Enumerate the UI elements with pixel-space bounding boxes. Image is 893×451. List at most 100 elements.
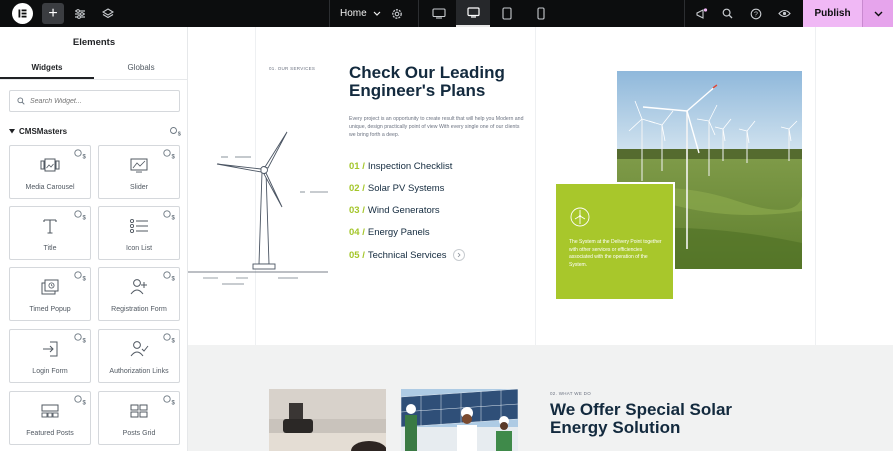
cmsmasters-pro-icon: $ — [163, 333, 176, 343]
widget-label: Posts Grid — [122, 430, 156, 437]
slider-icon — [129, 156, 149, 174]
list-item-number: 02 / — [349, 183, 365, 194]
cmsmasters-pro-icon: $ — [163, 149, 176, 159]
title-icon — [40, 217, 60, 235]
search-input[interactable] — [30, 97, 170, 105]
wind-energy-icon — [570, 207, 590, 227]
widget-label: Title — [43, 245, 57, 252]
svg-text:$: $ — [83, 155, 87, 159]
svg-text:$: $ — [83, 277, 87, 281]
column-guide-line — [535, 27, 536, 345]
list-item[interactable]: 03 /Wind Generators — [349, 205, 440, 216]
svg-text:?: ? — [754, 11, 758, 18]
column-guide-line — [815, 27, 816, 345]
widget-timed-popup[interactable]: $ Timed Popup — [9, 267, 91, 321]
tablet-device-icon[interactable] — [490, 0, 524, 27]
list-item[interactable]: 02 /Solar PV Systems — [349, 183, 444, 194]
desktop-wide-device-icon[interactable] — [422, 0, 456, 27]
desktop-device-icon[interactable] — [456, 0, 490, 27]
svg-text:$: $ — [178, 131, 181, 135]
solutions-heading: We Offer Special Solar Energy Solution — [550, 400, 733, 437]
wind-turbine-illustration — [188, 131, 328, 285]
widget-label: Slider — [130, 184, 148, 191]
structure-layers-icon[interactable] — [97, 3, 119, 24]
info-card-text: The System at the Delivery Point togethe… — [569, 239, 662, 268]
page-settings-gear-icon[interactable] — [386, 3, 408, 24]
timed-popup-icon — [40, 278, 60, 296]
page-selector-label: Home — [340, 8, 367, 19]
list-item[interactable]: 05 /Technical Services — [349, 249, 465, 261]
solar-panel-workers-photo — [401, 389, 518, 451]
svg-text:$: $ — [172, 401, 176, 405]
elementor-logo-icon[interactable] — [12, 3, 33, 24]
cmsmasters-pro-icon: $ — [74, 395, 87, 405]
widget-icon-list[interactable]: $ Icon List — [98, 206, 180, 260]
editor-top-bar: + Home ? Publish — [0, 0, 893, 27]
authorization-links-icon — [129, 340, 149, 358]
caret-down-icon — [9, 128, 15, 133]
cmsmasters-pro-icon: $ — [163, 271, 176, 281]
tab-globals[interactable]: Globals — [94, 58, 188, 79]
page-canvas: 01. OUR SERVICES Check Our Leading Engin… — [188, 27, 893, 451]
publish-button[interactable]: Publish — [803, 0, 862, 27]
widget-search-box[interactable] — [9, 90, 180, 112]
cmsmasters-pro-icon: $ — [163, 210, 176, 220]
widget-registration-form[interactable]: $ Registration Form — [98, 267, 180, 321]
widget-label: Media Carousel — [25, 184, 75, 191]
search-icon[interactable] — [716, 3, 738, 24]
list-item[interactable]: 04 /Energy Panels — [349, 227, 430, 238]
page-selector-dropdown[interactable]: Home — [340, 0, 381, 27]
list-item-number: 01 / — [349, 161, 365, 172]
search-icon — [17, 97, 25, 105]
publish-options-button[interactable] — [862, 0, 893, 27]
notifications-megaphone-icon[interactable] — [690, 3, 712, 24]
login-form-icon — [40, 340, 60, 358]
svg-text:$: $ — [83, 216, 87, 220]
widget-featured-posts[interactable]: $ Featured Posts — [9, 391, 91, 445]
section-tag: 02. WHAT WE DO — [550, 391, 592, 396]
icon-list-icon — [129, 217, 149, 235]
svg-text:$: $ — [172, 155, 176, 159]
cmsmasters-category-header[interactable]: CMSMasters $ — [9, 125, 181, 137]
media-carousel-icon — [40, 156, 60, 174]
chevron-down-icon — [373, 11, 381, 16]
widget-title[interactable]: $ Title — [9, 206, 91, 260]
office-photo — [269, 389, 386, 451]
posts-grid-icon — [129, 402, 149, 420]
site-settings-icon[interactable] — [69, 3, 91, 24]
elements-panel: Elements Widgets Globals CMSMasters $ $ … — [0, 27, 188, 451]
widget-label: Login Form — [32, 368, 68, 375]
svg-text:$: $ — [83, 339, 87, 343]
panel-tabs: Widgets Globals — [0, 58, 188, 80]
category-label: CMSMasters — [19, 126, 68, 136]
widget-media-carousel[interactable]: $ Media Carousel — [9, 145, 91, 199]
tab-widgets[interactable]: Widgets — [0, 58, 94, 79]
widget-slider[interactable]: $ Slider — [98, 145, 180, 199]
preview-eye-icon[interactable] — [773, 3, 795, 24]
list-item-label: Technical Services — [367, 249, 447, 261]
svg-text:$: $ — [172, 216, 176, 220]
help-icon[interactable]: ? — [745, 3, 767, 24]
services-description: Every project is an opportunity to creat… — [349, 116, 524, 138]
chevron-down-icon — [874, 11, 882, 16]
widget-label: Featured Posts — [26, 430, 74, 437]
widget-login-form[interactable]: $ Login Form — [9, 329, 91, 383]
top-bar-divider — [684, 0, 685, 27]
services-heading: Check Our Leading Engineer's Plans — [349, 63, 505, 100]
cmsmasters-pro-icon: $ — [74, 210, 87, 220]
info-card: The System at the Delivery Point togethe… — [554, 182, 675, 301]
list-item-label: Inspection Checklist — [367, 161, 453, 172]
widget-label: Timed Popup — [29, 306, 71, 313]
arrow-right-icon[interactable] — [452, 249, 465, 261]
widget-authorization-links[interactable]: $ Authorization Links — [98, 329, 180, 383]
widget-posts-grid[interactable]: $ Posts Grid — [98, 391, 180, 445]
featured-posts-icon — [40, 402, 60, 420]
cmsmasters-pro-icon: $ — [74, 333, 87, 343]
add-element-icon[interactable]: + — [42, 3, 64, 24]
cmsmasters-pro-icon: $ — [74, 271, 87, 281]
widget-label: Authorization Links — [109, 368, 169, 375]
mobile-device-icon[interactable] — [524, 0, 558, 27]
list-item[interactable]: 01 /Inspection Checklist — [349, 161, 452, 172]
top-bar-divider — [329, 0, 330, 27]
list-item-label: Solar PV Systems — [367, 183, 445, 194]
